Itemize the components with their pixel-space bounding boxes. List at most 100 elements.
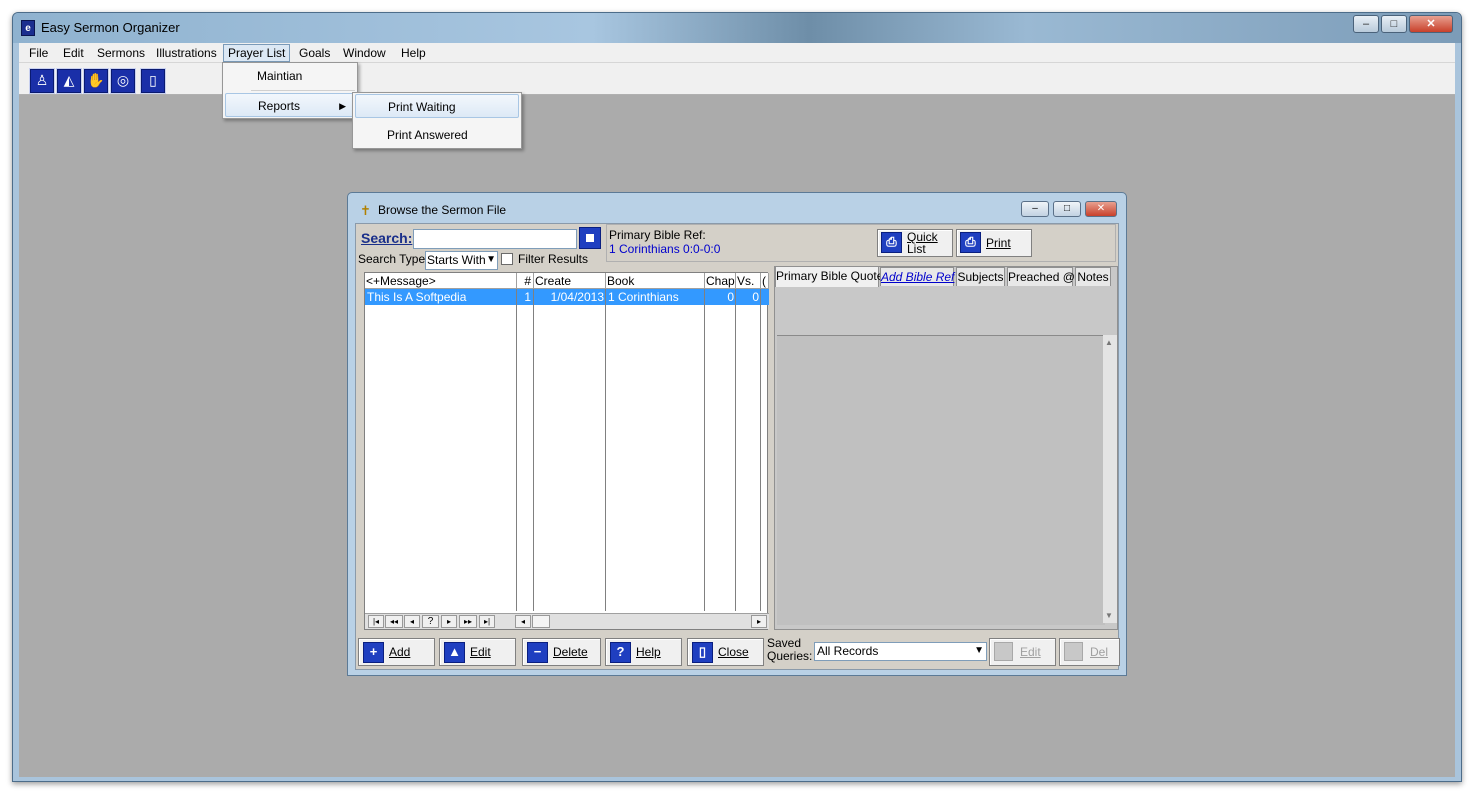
goals-icon[interactable]: ◎: [110, 68, 136, 94]
print-label: Print: [986, 236, 1011, 250]
next-page-button[interactable]: ▸▸: [459, 615, 477, 628]
delete-button[interactable]: − Delete: [522, 638, 601, 666]
child-minimize-button[interactable]: –: [1021, 201, 1049, 217]
illustration-icon[interactable]: ◭: [56, 68, 82, 94]
sermon-icon[interactable]: ♙: [29, 68, 55, 94]
row-create: 1/04/2013: [550, 290, 604, 304]
menu-file[interactable]: File: [25, 45, 52, 61]
col-number[interactable]: #: [517, 273, 534, 289]
horizontal-scroll-thumb[interactable]: [532, 615, 550, 628]
quote-text-area[interactable]: [777, 335, 1105, 625]
sermon-grid[interactable]: <+Message> # Create Book Chap Vs. ( This…: [364, 272, 769, 630]
prayer-icon[interactable]: ✋: [83, 68, 109, 94]
search-type-select[interactable]: Starts With ▼: [425, 251, 498, 270]
saved-queries-label-1: Saved: [767, 636, 802, 650]
next-record-button[interactable]: ▸: [441, 615, 457, 628]
col-message[interactable]: <+Message>: [365, 273, 517, 289]
browse-sermon-window: ✝ Browse the Sermon File – □ ✕ Search: S…: [347, 192, 1127, 676]
query-edit-button[interactable]: Edit: [989, 638, 1056, 666]
app-titlebar[interactable]: e Easy Sermon Organizer – □ ✕: [13, 13, 1461, 43]
primary-ref-value: 1 Corinthians 0:0-0:0: [609, 242, 721, 256]
print-button[interactable]: ⎙ Print: [956, 229, 1032, 257]
edit-button[interactable]: ▲ Edit: [439, 638, 516, 666]
col-book[interactable]: Book: [606, 273, 705, 289]
first-record-button[interactable]: |◂: [368, 615, 384, 628]
saved-query-value: All Records: [817, 644, 879, 658]
close-button[interactable]: ✕: [1409, 15, 1453, 33]
search-input[interactable]: [413, 229, 577, 249]
child-maximize-button[interactable]: □: [1053, 201, 1081, 217]
grid-navigator: |◂ ◂◂ ◂ ? ▸ ▸▸ ▸| ◂ ▸: [365, 613, 769, 629]
close-dialog-button[interactable]: ▯ Close: [687, 638, 764, 666]
question-icon: ?: [610, 642, 631, 663]
menu-sermons[interactable]: Sermons: [93, 45, 149, 61]
row-vs: 0: [752, 290, 759, 304]
scroll-left-icon[interactable]: ◂: [515, 615, 531, 628]
tab-notes[interactable]: Notes: [1075, 267, 1111, 286]
col-vs[interactable]: Vs.: [736, 273, 761, 289]
menu-help[interactable]: Help: [397, 45, 430, 61]
help-button[interactable]: ? Help: [605, 638, 682, 666]
search-go-button[interactable]: [579, 227, 601, 249]
browse-title: Browse the Sermon File: [378, 203, 507, 217]
app-title: Easy Sermon Organizer: [41, 20, 180, 35]
quick-list-button[interactable]: ⎙ Quick List: [877, 229, 953, 257]
add-button[interactable]: + Add: [358, 638, 435, 666]
row-chap: 0: [727, 290, 734, 304]
menu-window[interactable]: Window: [339, 45, 390, 61]
grid-divider: [735, 289, 736, 611]
col-chap[interactable]: Chap: [705, 273, 736, 289]
prev-page-button[interactable]: ◂◂: [385, 615, 403, 628]
search-type-value: Starts With: [427, 253, 486, 267]
menu-item-maintian[interactable]: Maintian: [225, 64, 355, 88]
disabled-icon: [1064, 642, 1083, 661]
edit-label: Edit: [470, 645, 491, 659]
tab-subjects[interactable]: Subjects: [956, 267, 1005, 286]
tab-primary-bible-quote[interactable]: Primary Bible Quote: [775, 266, 883, 287]
tab-preached[interactable]: Preached @: [1007, 267, 1075, 286]
col-create[interactable]: Create: [534, 273, 606, 289]
printer-icon: ⎙: [960, 232, 981, 253]
menu-goals[interactable]: Goals: [295, 45, 334, 61]
child-close-button[interactable]: ✕: [1085, 201, 1117, 217]
saved-queries-select[interactable]: All Records ▼: [814, 642, 987, 661]
row-number: 1: [524, 290, 531, 304]
scroll-up-icon[interactable]: ▲: [1105, 338, 1113, 347]
grid-divider: [533, 289, 534, 611]
menu-illustrations[interactable]: Illustrations: [152, 45, 221, 61]
menu-item-reports[interactable]: Reports ▶: [225, 93, 355, 117]
tab-add-bible-ref[interactable]: Add Bible Ref: [880, 267, 954, 286]
plus-icon: +: [363, 642, 384, 663]
minimize-button[interactable]: –: [1353, 15, 1379, 33]
menu-item-print-answered[interactable]: Print Answered: [355, 123, 519, 147]
delete-label: Delete: [553, 645, 588, 659]
col-extra[interactable]: (: [761, 273, 769, 289]
menu-item-print-waiting[interactable]: Print Waiting: [355, 94, 519, 118]
filter-results-checkbox[interactable]: [501, 253, 513, 265]
help-record-button[interactable]: ?: [422, 615, 439, 628]
prev-record-button[interactable]: ◂: [404, 615, 420, 628]
query-delete-button[interactable]: Del: [1059, 638, 1120, 666]
detail-tab-panel: Primary Bible Quote Add Bible Ref Subjec…: [774, 266, 1118, 630]
minus-icon: −: [527, 642, 548, 663]
printer-icon: ⎙: [881, 232, 902, 253]
scroll-right-icon[interactable]: ▸: [751, 615, 767, 628]
chevron-down-icon: ▼: [486, 254, 496, 265]
close-label: Close: [718, 645, 749, 659]
search-type-label: Search Type:: [358, 252, 429, 266]
scroll-down-icon[interactable]: ▼: [1105, 611, 1113, 620]
vertical-scrollbar[interactable]: ▲ ▼: [1103, 335, 1117, 623]
grid-divider: [704, 289, 705, 611]
query-edit-label: Edit: [1020, 645, 1041, 659]
book-icon: e: [21, 20, 35, 36]
search-label: Search:: [361, 230, 413, 246]
stop-icon: [586, 234, 594, 242]
exit-door-icon[interactable]: ▯: [140, 68, 166, 94]
quick-label-2: List: [907, 242, 926, 256]
exit-door-icon: ▯: [692, 642, 713, 663]
menu-prayer-list[interactable]: Prayer List: [223, 44, 291, 62]
last-record-button[interactable]: ▸|: [479, 615, 495, 628]
reports-submenu: Print Waiting Print Answered: [352, 92, 522, 149]
maximize-button[interactable]: □: [1381, 15, 1407, 33]
menu-edit[interactable]: Edit: [59, 45, 88, 61]
